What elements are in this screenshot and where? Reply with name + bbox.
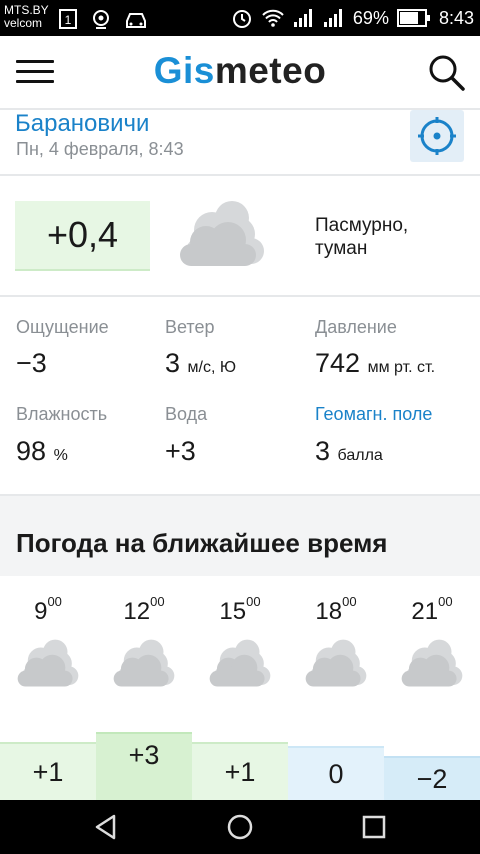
home-icon[interactable] (226, 813, 254, 841)
geomagnetic-value: 3 балла (315, 436, 383, 466)
geomagnetic-link[interactable]: Геомагн. поле (315, 404, 432, 425)
pressure-value: 742 мм рт. ст. (315, 348, 436, 378)
clock: 8:43 (438, 7, 474, 28)
hour-label: 1500 (219, 594, 261, 625)
app-header: Gismeteo (0, 36, 480, 108)
search-icon[interactable] (426, 52, 466, 92)
feels-like-value: −3 (16, 348, 47, 378)
hour-temperature: +1 (192, 742, 288, 800)
battery-icon (396, 9, 430, 27)
hour-temperature: −2 (384, 756, 480, 800)
hour-column: 1200 (96, 576, 192, 688)
cloud-icon (113, 639, 175, 687)
humidity-label: Влажность (16, 404, 108, 424)
water-label: Вода (165, 404, 208, 424)
hour-label: 1800 (315, 594, 357, 625)
navigation-bar (0, 800, 480, 854)
carrier-label: MTS.BY velcom (4, 4, 49, 30)
cloud-icon (209, 639, 271, 687)
hotspot-icon (93, 10, 109, 29)
hour-column: 900 (0, 576, 96, 688)
signal-icon-1 (293, 9, 312, 27)
hour-temperature: 0 (288, 746, 384, 800)
humidity-value: 98 % (16, 436, 68, 466)
back-icon[interactable] (92, 813, 120, 841)
pressure-label: Давление (315, 317, 397, 337)
sim-icon: 1 (59, 9, 77, 29)
hour-temperature: +3 (96, 732, 192, 800)
hour-column: 1800 (288, 576, 384, 688)
condition-line1: Пасмурно, (315, 215, 409, 236)
carrier-line2: velcom (4, 16, 43, 30)
hour-temperature: +1 (0, 742, 96, 800)
alarm-icon (232, 10, 251, 28)
crosshair-icon (418, 117, 456, 155)
condition-line2: туман (315, 238, 368, 259)
hourly-forecast[interactable]: 900 1200 1500 1800 2100 +1 +3 +1 0 −2 (0, 576, 480, 806)
battery-percent: 69% (352, 7, 389, 28)
logo: Gismeteo (153, 50, 327, 91)
wind-label: Ветер (165, 317, 215, 337)
wind-value: 3 м/с, Ю (165, 348, 237, 378)
water-value: +3 (165, 436, 196, 466)
cloud-icon (401, 639, 463, 687)
recents-icon[interactable] (360, 813, 388, 841)
current-datetime: Пн, 4 февраля, 8:43 (16, 139, 184, 159)
location-divider (0, 174, 480, 176)
feels-like-label: Ощущение (16, 317, 109, 337)
hour-column: 2100 (384, 576, 480, 688)
forecast-title: Погода на ближайшее время (16, 528, 388, 558)
city-name[interactable]: Барановичи (15, 110, 149, 138)
car-icon (126, 13, 146, 28)
hour-column: 1500 (192, 576, 288, 688)
signal-icon-2 (323, 9, 342, 27)
svg-text:1: 1 (65, 13, 72, 27)
cloud-icon (180, 201, 264, 266)
current-temperature: +0,4 (15, 201, 150, 271)
status-bar: MTS.BY velcom 1 69% 8:43 (0, 0, 480, 36)
wifi-icon (262, 9, 284, 27)
cloud-icon (17, 639, 79, 687)
hour-label: 1200 (123, 594, 165, 625)
hour-label: 900 (34, 594, 62, 625)
weather-condition: Пасмурно, туман (315, 214, 465, 260)
hour-label: 2100 (411, 594, 453, 625)
current-divider (0, 295, 480, 297)
cloud-icon (305, 639, 367, 687)
locate-button[interactable] (410, 110, 464, 162)
